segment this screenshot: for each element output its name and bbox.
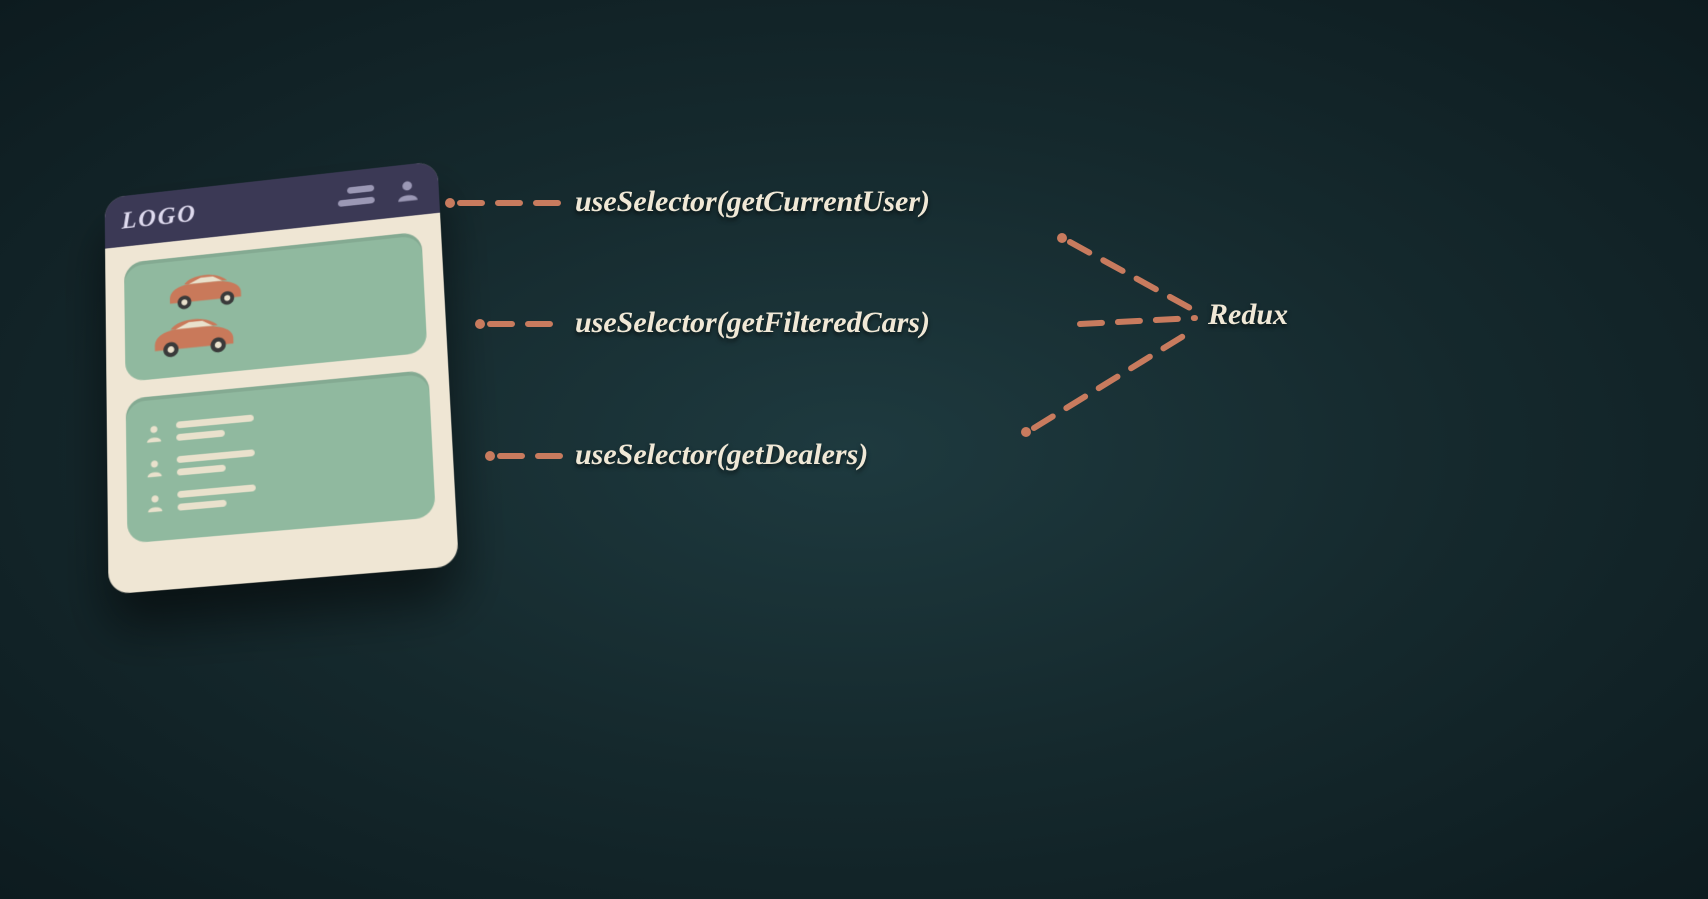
nav-menu-placeholder bbox=[337, 185, 374, 207]
app-card-body: LOGO bbox=[105, 161, 459, 595]
store-label: Redux bbox=[1208, 298, 1288, 332]
app-content bbox=[105, 213, 457, 563]
person-icon bbox=[144, 456, 166, 479]
dealer-text-placeholder bbox=[177, 484, 256, 510]
app-mockup: LOGO bbox=[100, 165, 450, 585]
selector-label-user: useSelector(getCurrentUser) bbox=[575, 185, 930, 219]
selector-label-dealers: useSelector(getDealers) bbox=[575, 438, 868, 472]
dealer-text-placeholder bbox=[177, 449, 256, 475]
app-card: LOGO bbox=[105, 161, 459, 595]
user-icon bbox=[393, 176, 422, 205]
cars-panel bbox=[124, 231, 427, 381]
dealers-panel bbox=[126, 370, 436, 544]
selector-label-cars: useSelector(getFilteredCars) bbox=[575, 306, 930, 340]
dealer-text-placeholder bbox=[176, 414, 254, 440]
person-icon bbox=[144, 491, 166, 514]
person-icon bbox=[143, 422, 165, 445]
